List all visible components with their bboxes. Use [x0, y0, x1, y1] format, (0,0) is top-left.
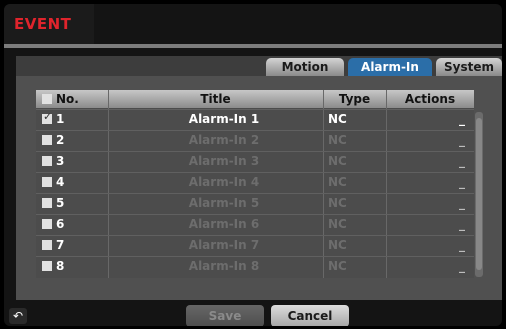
row-checkbox[interactable]	[42, 135, 52, 145]
row-title[interactable]: Alarm-In 8	[135, 257, 313, 275]
row-type[interactable]: NC	[322, 236, 384, 254]
scrollbar[interactable]	[475, 112, 483, 277]
header-title[interactable]: Title	[108, 90, 323, 108]
alarm-in-table: No. Title Type Actions 1 Alarm-In 1 NC _…	[36, 90, 483, 278]
dropdown-icon[interactable]: _	[459, 173, 465, 191]
tab-bar: Motion Alarm-In System	[16, 56, 502, 76]
header-actions[interactable]: Actions	[386, 90, 474, 108]
row-checkbox[interactable]	[42, 261, 52, 271]
event-content: Motion Alarm-In System No. Title Type Ac…	[16, 56, 502, 300]
table-row[interactable]: 4 Alarm-In 4 NC _	[36, 172, 474, 191]
header-select-checkbox[interactable]	[42, 94, 52, 104]
row-number: 6	[56, 217, 65, 231]
row-number: 4	[56, 175, 65, 189]
row-title[interactable]: Alarm-In 6	[135, 215, 313, 233]
row-number: 1	[56, 112, 65, 126]
row-type[interactable]: NC	[322, 152, 384, 170]
table-row[interactable]: 8 Alarm-In 8 NC _	[36, 256, 474, 275]
header-no[interactable]: No.	[36, 90, 108, 108]
dropdown-icon[interactable]: _	[459, 257, 465, 275]
scrollbar-thumb[interactable]	[476, 118, 482, 270]
row-number: 5	[56, 196, 65, 210]
row-title[interactable]: Alarm-In 5	[135, 194, 313, 212]
row-title[interactable]: Alarm-In 1	[135, 110, 313, 128]
dropdown-icon[interactable]: _	[459, 194, 465, 212]
row-type[interactable]: NC	[322, 215, 384, 233]
header-no-label: No.	[56, 92, 79, 106]
table-row[interactable]: 2 Alarm-In 2 NC _	[36, 130, 474, 149]
table-row[interactable]: 1 Alarm-In 1 NC _	[36, 109, 474, 128]
tab-alarm-in[interactable]: Alarm-In	[348, 58, 432, 76]
header-type[interactable]: Type	[323, 90, 386, 108]
row-checkbox[interactable]	[42, 177, 52, 187]
row-number: 3	[56, 154, 65, 168]
table-row[interactable]: 3 Alarm-In 3 NC _	[36, 151, 474, 170]
row-checkbox[interactable]	[42, 240, 52, 250]
dropdown-icon[interactable]: _	[459, 152, 465, 170]
row-title[interactable]: Alarm-In 2	[135, 131, 313, 149]
dropdown-icon[interactable]: _	[459, 215, 465, 233]
back-icon[interactable]: ↶	[9, 308, 27, 324]
row-checkbox[interactable]	[42, 110, 52, 124]
title-tab: EVENT	[4, 4, 94, 44]
row-checkbox[interactable]	[42, 219, 52, 229]
row-number: 8	[56, 259, 65, 273]
tab-system[interactable]: System	[436, 58, 502, 76]
cancel-button[interactable]: Cancel	[271, 305, 349, 326]
table-row[interactable]: 6 Alarm-In 6 NC _	[36, 214, 474, 233]
row-type[interactable]: NC	[322, 173, 384, 191]
dropdown-icon[interactable]: _	[459, 110, 465, 128]
row-title[interactable]: Alarm-In 3	[135, 152, 313, 170]
row-type[interactable]: NC	[322, 257, 384, 275]
row-number: 2	[56, 133, 65, 147]
table-row[interactable]: 5 Alarm-In 5 NC _	[36, 193, 474, 212]
tab-motion[interactable]: Motion	[266, 58, 344, 76]
window-title: EVENT	[14, 15, 72, 33]
row-number: 7	[56, 238, 65, 252]
title-underline	[4, 44, 502, 48]
dropdown-icon[interactable]: _	[459, 236, 465, 254]
dropdown-icon[interactable]: _	[459, 131, 465, 149]
row-title[interactable]: Alarm-In 7	[135, 236, 313, 254]
row-type[interactable]: NC	[322, 131, 384, 149]
table-row[interactable]: 7 Alarm-In 7 NC _	[36, 235, 474, 254]
event-window: EVENT Motion Alarm-In System No. Title T…	[4, 4, 502, 326]
row-checkbox[interactable]	[42, 156, 52, 166]
row-title[interactable]: Alarm-In 4	[135, 173, 313, 191]
save-button[interactable]: Save	[186, 305, 264, 326]
row-checkbox[interactable]	[42, 198, 52, 208]
row-type[interactable]: NC	[322, 194, 384, 212]
row-type[interactable]: NC	[322, 110, 384, 128]
